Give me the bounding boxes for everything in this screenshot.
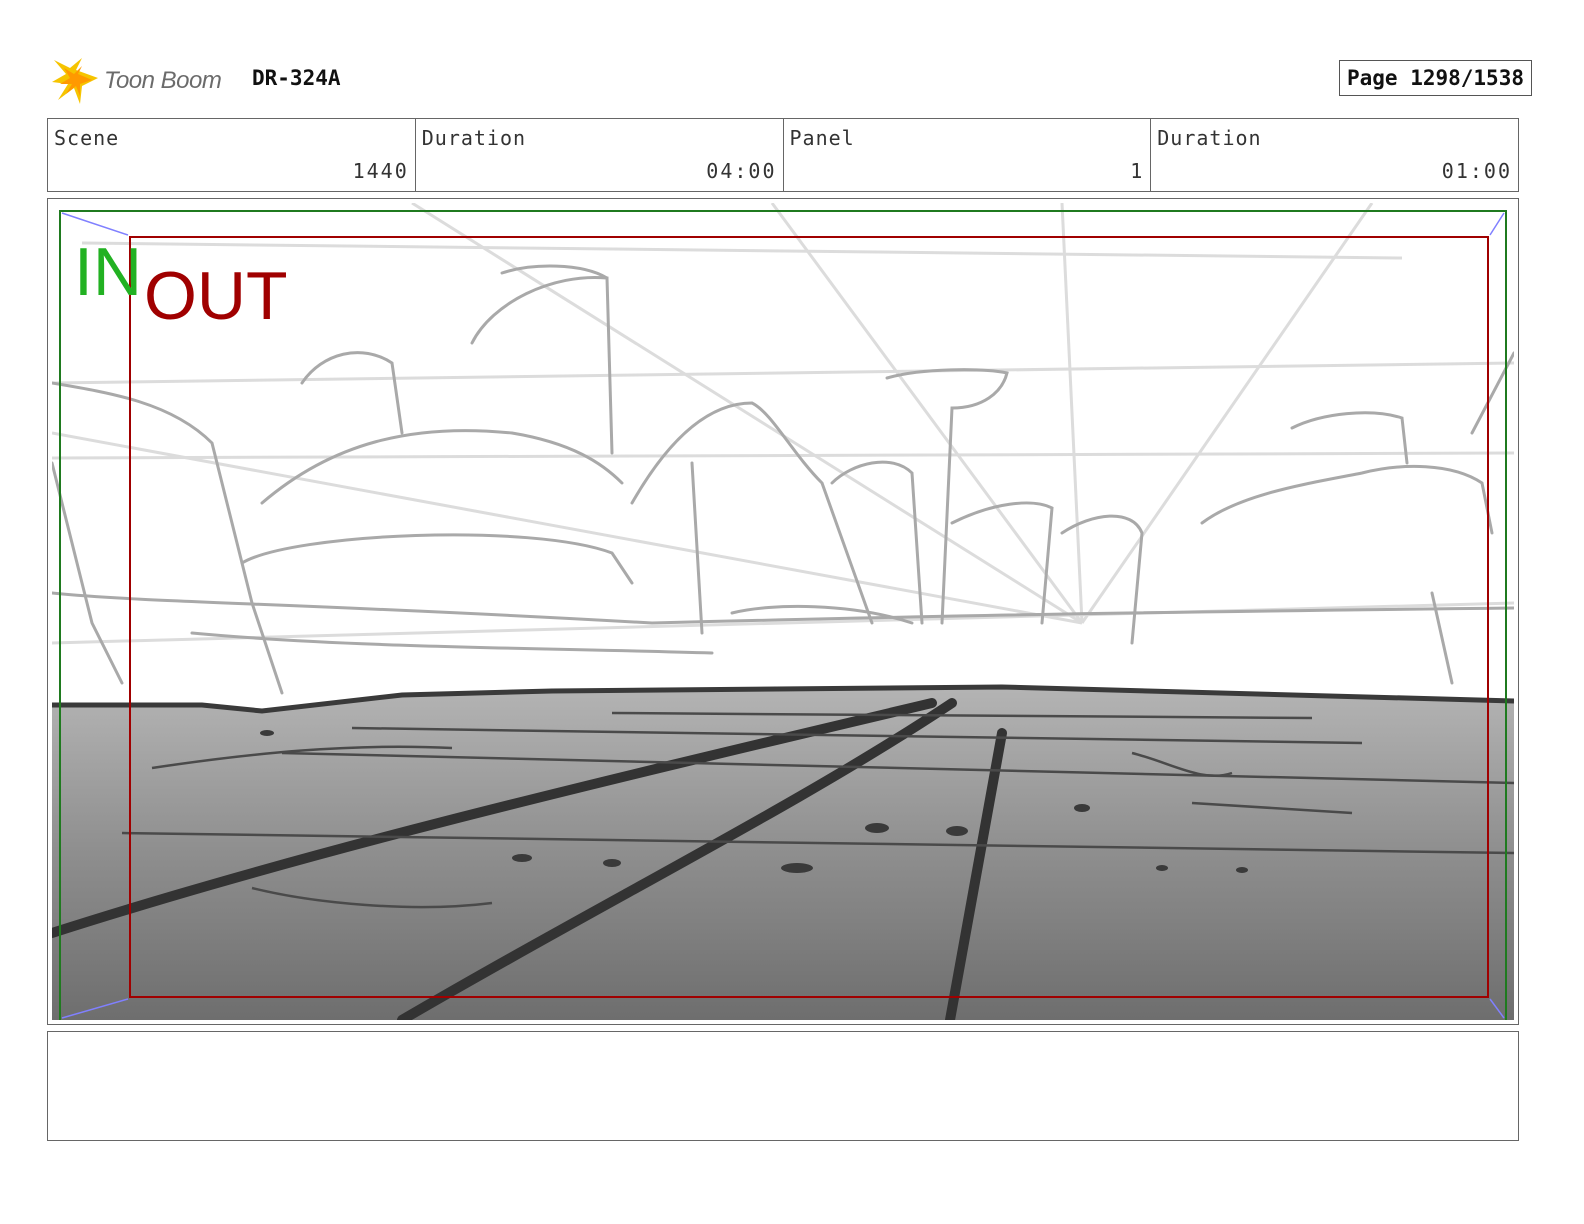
- storyboard-panel: IN OUT: [47, 198, 1519, 1025]
- starburst-icon: [52, 58, 98, 104]
- project-id: DR-324A: [252, 66, 341, 90]
- scene-value: 1440: [352, 159, 409, 183]
- in-label: IN: [74, 234, 142, 310]
- panel-cell: Panel 1: [784, 119, 1152, 191]
- panel-notes[interactable]: [47, 1031, 1519, 1141]
- panel-value: 1: [1130, 159, 1145, 183]
- panel-duration-value: 01:00: [1441, 159, 1512, 183]
- scene-duration-cell: Duration 04:00: [416, 119, 784, 191]
- scene-cell: Scene 1440: [48, 119, 416, 191]
- scene-duration-label: Duration: [421, 126, 527, 150]
- panel-sketch: IN OUT: [52, 203, 1514, 1020]
- page-counter: Page 1298/1538: [1338, 60, 1532, 96]
- toon-boom-logo: Toon Boom: [52, 56, 222, 106]
- out-label: OUT: [144, 258, 288, 334]
- logo-text: Toon Boom: [104, 67, 222, 94]
- panel-label: Panel: [789, 126, 855, 150]
- panel-duration-cell: Duration 01:00: [1151, 119, 1518, 191]
- page-header: Toon Boom DR-324A Page 1298/1538: [52, 56, 1532, 106]
- scene-info-table: Scene 1440 Duration 04:00 Panel 1 Durati…: [47, 118, 1519, 192]
- panel-duration-label: Duration: [1157, 126, 1262, 150]
- scene-label: Scene: [54, 126, 120, 150]
- scene-duration-value: 04:00: [706, 159, 777, 183]
